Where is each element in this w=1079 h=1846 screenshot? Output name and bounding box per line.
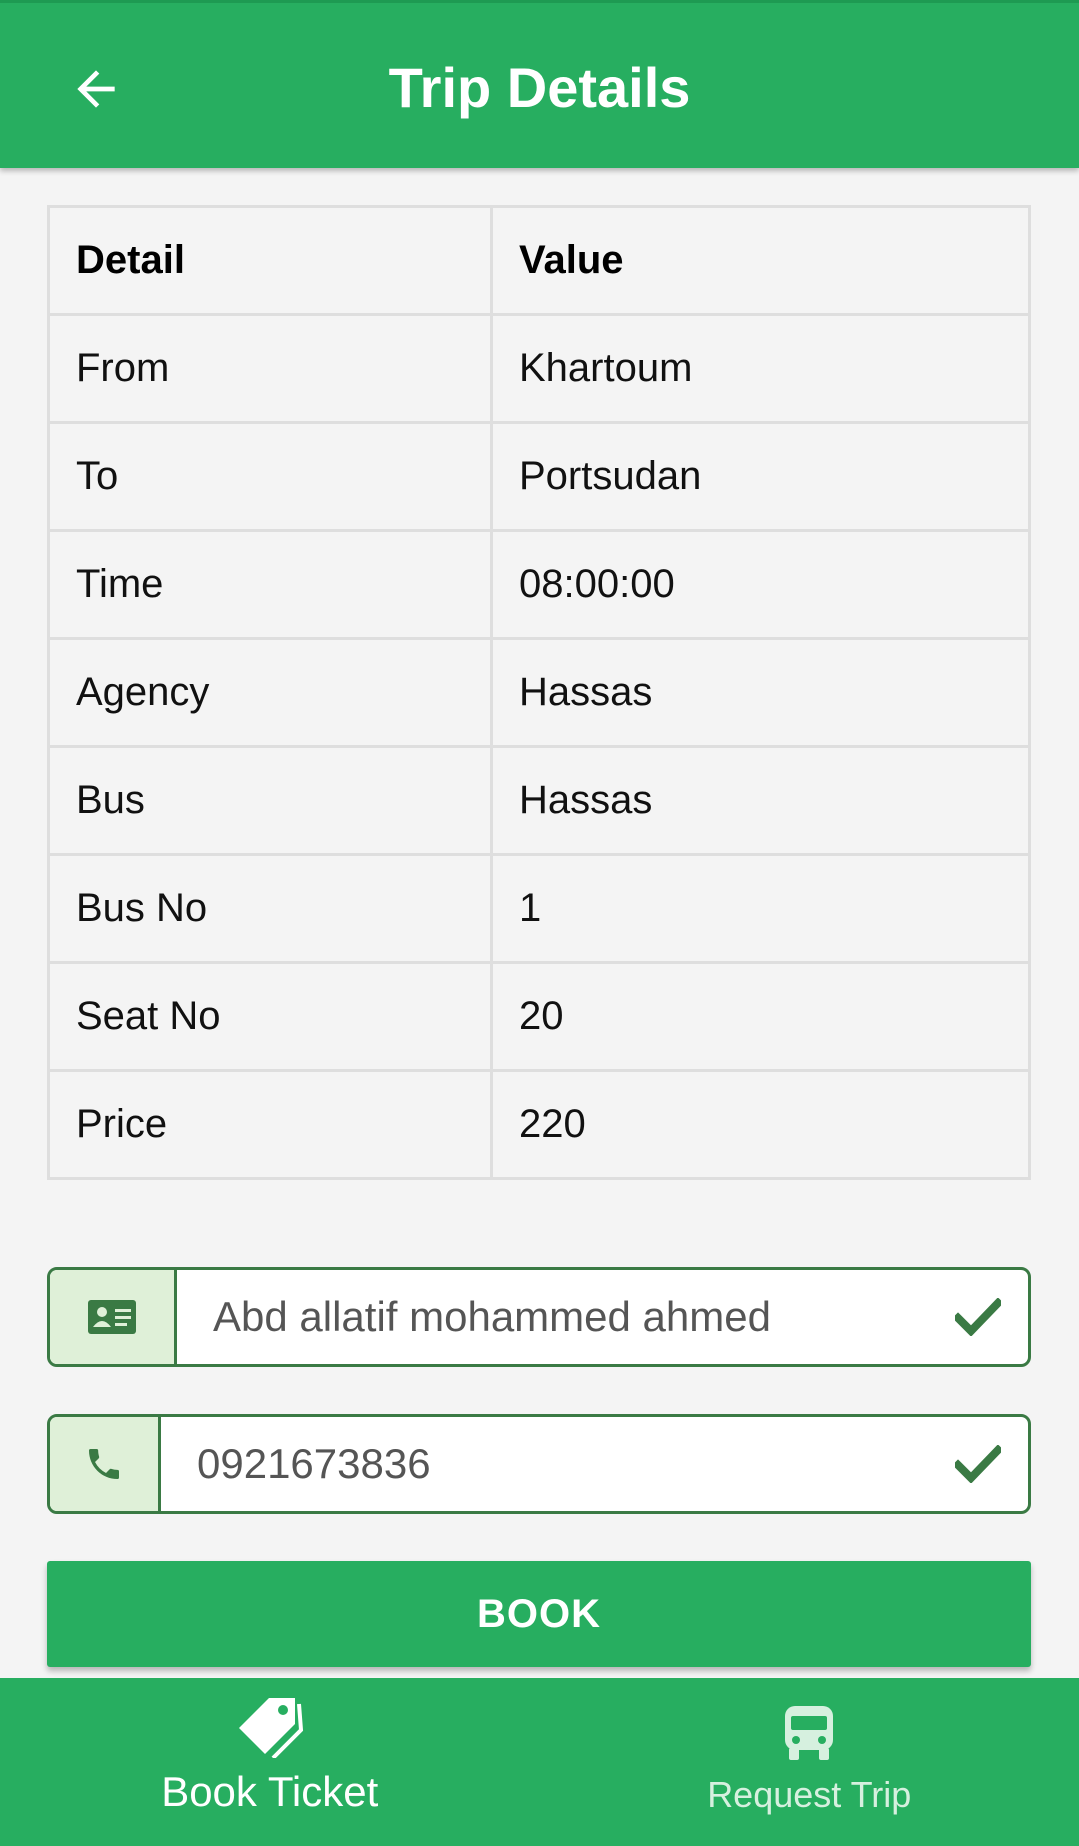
phone-icon (89, 1449, 119, 1479)
table-row: To Portsudan (47, 421, 1031, 532)
phone-field-icon-box (50, 1417, 161, 1511)
phone-valid-indicator (928, 1417, 1028, 1511)
id-card-icon (88, 1300, 136, 1334)
trip-details-table: Detail Value From Khartoum To Portsudan … (47, 205, 1031, 1180)
row-value: Portsudan (490, 421, 1031, 532)
row-label: Bus (47, 745, 493, 856)
table-row: Bus No 1 (47, 853, 1031, 964)
nav-item-book-ticket[interactable]: Book Ticket (0, 1678, 540, 1846)
table-row: Agency Hassas (47, 637, 1031, 748)
row-value: 1 (490, 853, 1031, 964)
name-field-icon-box (50, 1270, 177, 1364)
row-value: 20 (490, 961, 1031, 1072)
row-value: Hassas (490, 745, 1031, 856)
row-label: Seat No (47, 961, 493, 1072)
phone-field (47, 1414, 1031, 1514)
row-label: Price (47, 1069, 493, 1180)
table-row: Seat No 20 (47, 961, 1031, 1072)
check-icon (955, 1298, 1001, 1336)
page-title: Trip Details (388, 56, 691, 119)
nav-item-request-trip[interactable]: Request Trip (540, 1678, 1079, 1846)
row-label: Time (47, 529, 493, 640)
column-header-value: Value (490, 205, 1031, 316)
nav-label-book-ticket: Book Ticket (161, 1768, 379, 1815)
nav-label-request-trip: Request Trip (707, 1774, 912, 1815)
row-label: Agency (47, 637, 493, 748)
table-row: From Khartoum (47, 313, 1031, 424)
table-row: Bus Hassas (47, 745, 1031, 856)
trip-details-screen: Trip Details Detail Value From Khartoum … (0, 0, 1079, 1846)
row-value: 08:00:00 (490, 529, 1031, 640)
name-field (47, 1267, 1031, 1367)
row-value: Hassas (490, 637, 1031, 748)
row-label: To (47, 421, 493, 532)
app-bar: Trip Details (0, 0, 1079, 168)
check-icon (955, 1445, 1001, 1483)
row-value: Khartoum (490, 313, 1031, 424)
book-button[interactable]: BOOK (47, 1561, 1031, 1667)
bottom-navigation: Book Ticket Request Trip (0, 1678, 1079, 1846)
name-valid-indicator (928, 1270, 1028, 1364)
name-input[interactable] (177, 1270, 928, 1364)
column-header-detail: Detail (47, 205, 493, 316)
row-label: Bus No (47, 853, 493, 964)
bus-icon (785, 1706, 834, 1760)
table-row: Price 220 (47, 1069, 1031, 1180)
row-label: From (47, 313, 493, 424)
table-header-row: Detail Value (47, 205, 1031, 316)
row-value: 220 (490, 1069, 1031, 1180)
table-row: Time 08:00:00 (47, 529, 1031, 640)
tags-icon (238, 1698, 303, 1758)
phone-input[interactable] (161, 1417, 928, 1511)
